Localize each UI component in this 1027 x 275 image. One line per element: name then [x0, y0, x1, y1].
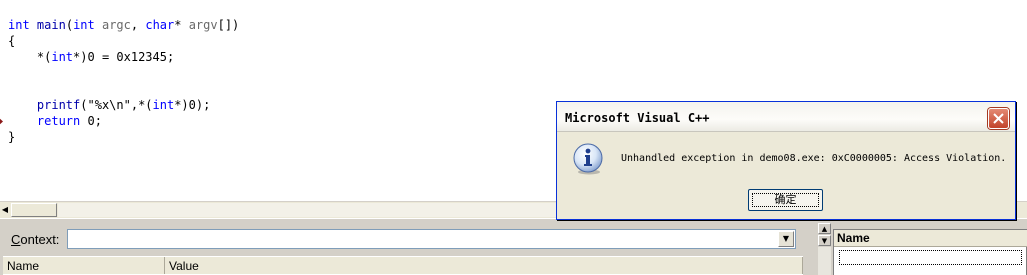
current-line-marker-icon: [0, 118, 3, 125]
close-icon: [993, 113, 1004, 124]
code-token: *)0);: [174, 98, 211, 112]
code-token: 0;: [80, 114, 102, 128]
pane-scroll-track[interactable]: [818, 247, 831, 275]
watch-pane[interactable]: Name: [833, 229, 1027, 275]
watch-column-header-name[interactable]: Name: [834, 230, 1027, 247]
debug-panes: Context: ▼ Name Value ▲ ▼ Name: [0, 218, 1027, 275]
dialog-message: Unhandled exception in demo08.exe: 0xC00…: [621, 153, 1007, 164]
close-button[interactable]: [988, 108, 1009, 129]
pane-scrollbar[interactable]: ▲ ▼: [818, 223, 832, 275]
code-token: int: [8, 18, 30, 32]
dialog-titlebar[interactable]: Microsoft Visual C++: [557, 102, 1015, 132]
code-token: char: [145, 18, 175, 32]
code-token: return: [36, 114, 81, 128]
source-code[interactable]: int main(int argc, char* argv[]){ *(int*…: [8, 17, 239, 145]
chevron-down-icon[interactable]: ▼: [778, 231, 794, 247]
scroll-down-icon[interactable]: ▼: [818, 235, 831, 246]
scroll-left-icon[interactable]: ◀: [0, 202, 10, 218]
context-label: Context:: [11, 232, 60, 247]
column-header-value[interactable]: Value: [165, 257, 803, 275]
scroll-up-icon[interactable]: ▲: [818, 223, 831, 234]
code-token: []): [217, 18, 240, 32]
code-line[interactable]: {: [8, 33, 239, 49]
code-line[interactable]: int main(int argc, char* argv[]): [8, 17, 239, 33]
code-line[interactable]: [8, 65, 239, 81]
info-icon: [573, 143, 603, 175]
code-token: int: [152, 98, 175, 112]
context-combobox[interactable]: ▼: [67, 229, 796, 249]
scroll-thumb[interactable]: [11, 203, 57, 217]
code-token: ("%x\n",*(: [80, 98, 153, 112]
column-header-name[interactable]: Name: [3, 257, 165, 275]
ok-button[interactable]: 确定: [748, 189, 823, 211]
code-token: }: [8, 130, 16, 144]
code-line[interactable]: *(int*)0 = 0x12345;: [8, 49, 239, 65]
code-token: {: [8, 34, 16, 48]
watch-new-entry[interactable]: [839, 250, 1022, 265]
code-line[interactable]: return 0;: [8, 113, 239, 129]
code-token: printf: [36, 98, 81, 112]
code-token: *(: [8, 50, 52, 64]
code-token: *)0 = 0x12345;: [73, 50, 175, 64]
code-token: (: [65, 18, 74, 32]
code-token: argc: [101, 18, 131, 32]
code-token: int: [73, 18, 95, 32]
error-message-box: Microsoft Visual C++ Unhandled exception…: [556, 101, 1016, 220]
code-line[interactable]: [8, 81, 239, 97]
code-token: argv: [188, 18, 218, 32]
code-token: main: [36, 18, 66, 32]
variables-grid-header: Name Value: [3, 256, 803, 275]
code-line[interactable]: }: [8, 129, 239, 145]
dialog-title: Microsoft Visual C++: [565, 111, 710, 125]
code-token: *: [174, 18, 189, 32]
code-line[interactable]: printf("%x\n",*(int*)0);: [8, 97, 239, 113]
code-token: ,: [130, 18, 146, 32]
code-token: int: [51, 50, 74, 64]
scroll-track[interactable]: [58, 203, 556, 217]
